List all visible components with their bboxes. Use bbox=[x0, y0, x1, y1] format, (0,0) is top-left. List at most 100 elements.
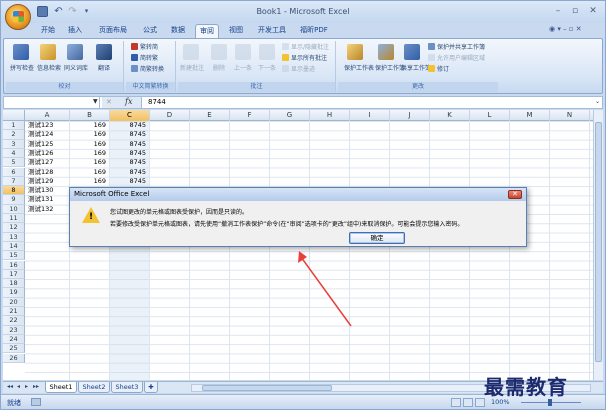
tab-formulas[interactable]: 公式 bbox=[139, 24, 161, 38]
allow-edit-ranges-button[interactable]: 允许用户编辑区域 bbox=[428, 54, 485, 64]
cell-b3[interactable]: 169 bbox=[70, 140, 110, 149]
row-header-15[interactable]: 15 bbox=[3, 251, 25, 261]
help-icon[interactable]: ◉ ▾ – ▫ ✕ bbox=[549, 25, 582, 33]
next-sheet-icon[interactable]: ▸ bbox=[25, 383, 28, 390]
cell-c1[interactable]: 8745 bbox=[110, 121, 150, 130]
prev-sheet-icon[interactable]: ◂ bbox=[17, 383, 20, 390]
sheet-tab-sheet2[interactable]: Sheet2 bbox=[78, 382, 110, 393]
sheet-tab-sheet3[interactable]: Sheet3 bbox=[111, 382, 143, 393]
horizontal-scroll-thumb[interactable] bbox=[202, 385, 332, 391]
row-header-26[interactable]: 26 bbox=[3, 353, 25, 363]
track-changes-button[interactable]: 修订 bbox=[428, 65, 449, 75]
cell-a3[interactable]: 测试125 bbox=[28, 140, 73, 149]
row-header-23[interactable]: 23 bbox=[3, 325, 25, 335]
cell-b7[interactable]: 169 bbox=[70, 177, 110, 186]
row-header-18[interactable]: 18 bbox=[3, 279, 25, 289]
thesaurus-button[interactable]: 同义词库 bbox=[64, 44, 88, 72]
next-comment-button[interactable]: 下一条 bbox=[256, 44, 278, 72]
page-layout-view-icon[interactable] bbox=[463, 398, 473, 407]
new-comment-button[interactable]: 新建批注 bbox=[180, 44, 204, 72]
row-header-24[interactable]: 24 bbox=[3, 334, 25, 345]
previous-comment-button[interactable]: 上一条 bbox=[232, 44, 254, 72]
show-hide-comment-button[interactable]: 显示/隐藏批注 bbox=[282, 43, 329, 53]
row-header-11[interactable]: 11 bbox=[3, 214, 25, 224]
vertical-scrollbar[interactable] bbox=[593, 110, 603, 380]
translate-button[interactable]: 翻译 bbox=[93, 44, 115, 72]
row-header-10[interactable]: 10 bbox=[3, 204, 25, 214]
cell-a6[interactable]: 测试128 bbox=[28, 168, 73, 177]
research-button[interactable]: 信息检索 bbox=[37, 44, 61, 72]
tab-page-layout[interactable]: 页面布局 bbox=[93, 24, 133, 38]
cell-c6[interactable]: 8745 bbox=[110, 168, 150, 177]
formula-input[interactable]: 8744 bbox=[148, 98, 166, 106]
cell-a10[interactable]: 测试132 bbox=[28, 205, 73, 214]
sheet-tab-sheet1[interactable]: Sheet1 bbox=[45, 382, 77, 393]
row-header-17[interactable]: 17 bbox=[3, 269, 25, 280]
cell-c5[interactable]: 8745 bbox=[110, 158, 150, 167]
row-header-12[interactable]: 12 bbox=[3, 223, 25, 233]
delete-comment-button[interactable]: 删除 bbox=[208, 44, 230, 72]
cell-a9[interactable]: 测试131 bbox=[28, 195, 73, 204]
row-header-21[interactable]: 21 bbox=[3, 307, 25, 317]
column-header-i[interactable]: I bbox=[350, 110, 390, 121]
cell-c2[interactable]: 8745 bbox=[110, 130, 150, 139]
office-button[interactable] bbox=[5, 4, 31, 30]
normal-view-icon[interactable] bbox=[451, 398, 461, 407]
column-header-b[interactable]: B bbox=[70, 110, 110, 121]
cell-c3[interactable]: 8745 bbox=[110, 140, 150, 149]
macro-record-icon[interactable] bbox=[31, 398, 41, 406]
cell-a8[interactable]: 测试130 bbox=[28, 186, 73, 195]
maximize-button[interactable]: ▫ bbox=[567, 5, 583, 17]
column-header-k[interactable]: K bbox=[430, 110, 470, 121]
cancel-icon[interactable]: ✕ bbox=[106, 98, 112, 106]
cell-b1[interactable]: 169 bbox=[70, 121, 110, 130]
cell-a5[interactable]: 测试127 bbox=[28, 158, 73, 167]
row-header-3[interactable]: 3 bbox=[3, 139, 25, 149]
column-header-n[interactable]: N bbox=[550, 110, 590, 121]
close-button[interactable]: ✕ bbox=[585, 5, 601, 17]
show-ink-button[interactable]: 显示墨迹 bbox=[282, 65, 315, 75]
column-header-g[interactable]: G bbox=[270, 110, 310, 121]
column-header-d[interactable]: D bbox=[150, 110, 190, 121]
trad-to-simp-button[interactable]: 繁转简 bbox=[131, 43, 158, 53]
cell-b5[interactable]: 169 bbox=[70, 158, 110, 167]
column-header-l[interactable]: L bbox=[470, 110, 510, 121]
cell-a7[interactable]: 测试129 bbox=[28, 177, 73, 186]
tab-foxit-pdf[interactable]: 福昕PDF bbox=[296, 24, 332, 38]
tab-insert[interactable]: 插入 bbox=[64, 24, 86, 38]
name-box[interactable] bbox=[4, 97, 100, 108]
tab-developer[interactable]: 开发工具 bbox=[254, 24, 290, 38]
cell-a2[interactable]: 测试124 bbox=[28, 130, 73, 139]
cell-b4[interactable]: 169 bbox=[70, 149, 110, 158]
row-header-20[interactable]: 20 bbox=[3, 297, 25, 307]
show-all-comments-button[interactable]: 显示所有批注 bbox=[282, 54, 327, 64]
row-header-5[interactable]: 5 bbox=[3, 158, 25, 168]
cell-b6[interactable]: 169 bbox=[70, 168, 110, 177]
protect-workbook-button[interactable]: 保护工作簿 bbox=[375, 44, 405, 72]
vertical-scroll-thumb[interactable] bbox=[595, 122, 602, 362]
row-header-19[interactable]: 19 bbox=[3, 288, 25, 298]
column-header-a[interactable]: A bbox=[25, 110, 70, 121]
row-header-14[interactable]: 14 bbox=[3, 241, 25, 252]
cell-area[interactable]: 测试123 169 8745 测试124 169 8745 测试125 169 8745 测试12… bbox=[25, 121, 601, 380]
column-header-m[interactable]: M bbox=[510, 110, 550, 121]
column-header-e[interactable]: E bbox=[190, 110, 230, 121]
row-header-4[interactable]: 4 bbox=[3, 148, 25, 159]
share-workbook-button[interactable]: 共享工作簿 bbox=[401, 44, 431, 72]
cell-c4[interactable]: 8745 bbox=[110, 149, 150, 158]
tab-review[interactable]: 审阅 bbox=[195, 24, 219, 38]
row-header-25[interactable]: 25 bbox=[3, 344, 25, 354]
ok-button[interactable]: 确定 bbox=[349, 232, 405, 244]
protect-share-button[interactable]: 保护并共享工作簿 bbox=[428, 43, 485, 53]
spelling-button[interactable]: 拼写检查 bbox=[10, 44, 34, 72]
select-all-corner[interactable] bbox=[3, 110, 25, 121]
row-header-8[interactable]: 8 bbox=[3, 186, 25, 196]
last-sheet-icon[interactable]: ▸▸ bbox=[33, 383, 39, 390]
column-header-f[interactable]: F bbox=[230, 110, 270, 121]
column-header-j[interactable]: J bbox=[390, 110, 430, 121]
name-box-dropdown-icon[interactable]: ▼ bbox=[93, 98, 98, 105]
minimize-button[interactable]: – bbox=[550, 5, 566, 17]
row-header-1[interactable]: 1 bbox=[3, 121, 25, 131]
tab-view[interactable]: 视图 bbox=[225, 24, 247, 38]
row-header-22[interactable]: 22 bbox=[3, 316, 25, 326]
